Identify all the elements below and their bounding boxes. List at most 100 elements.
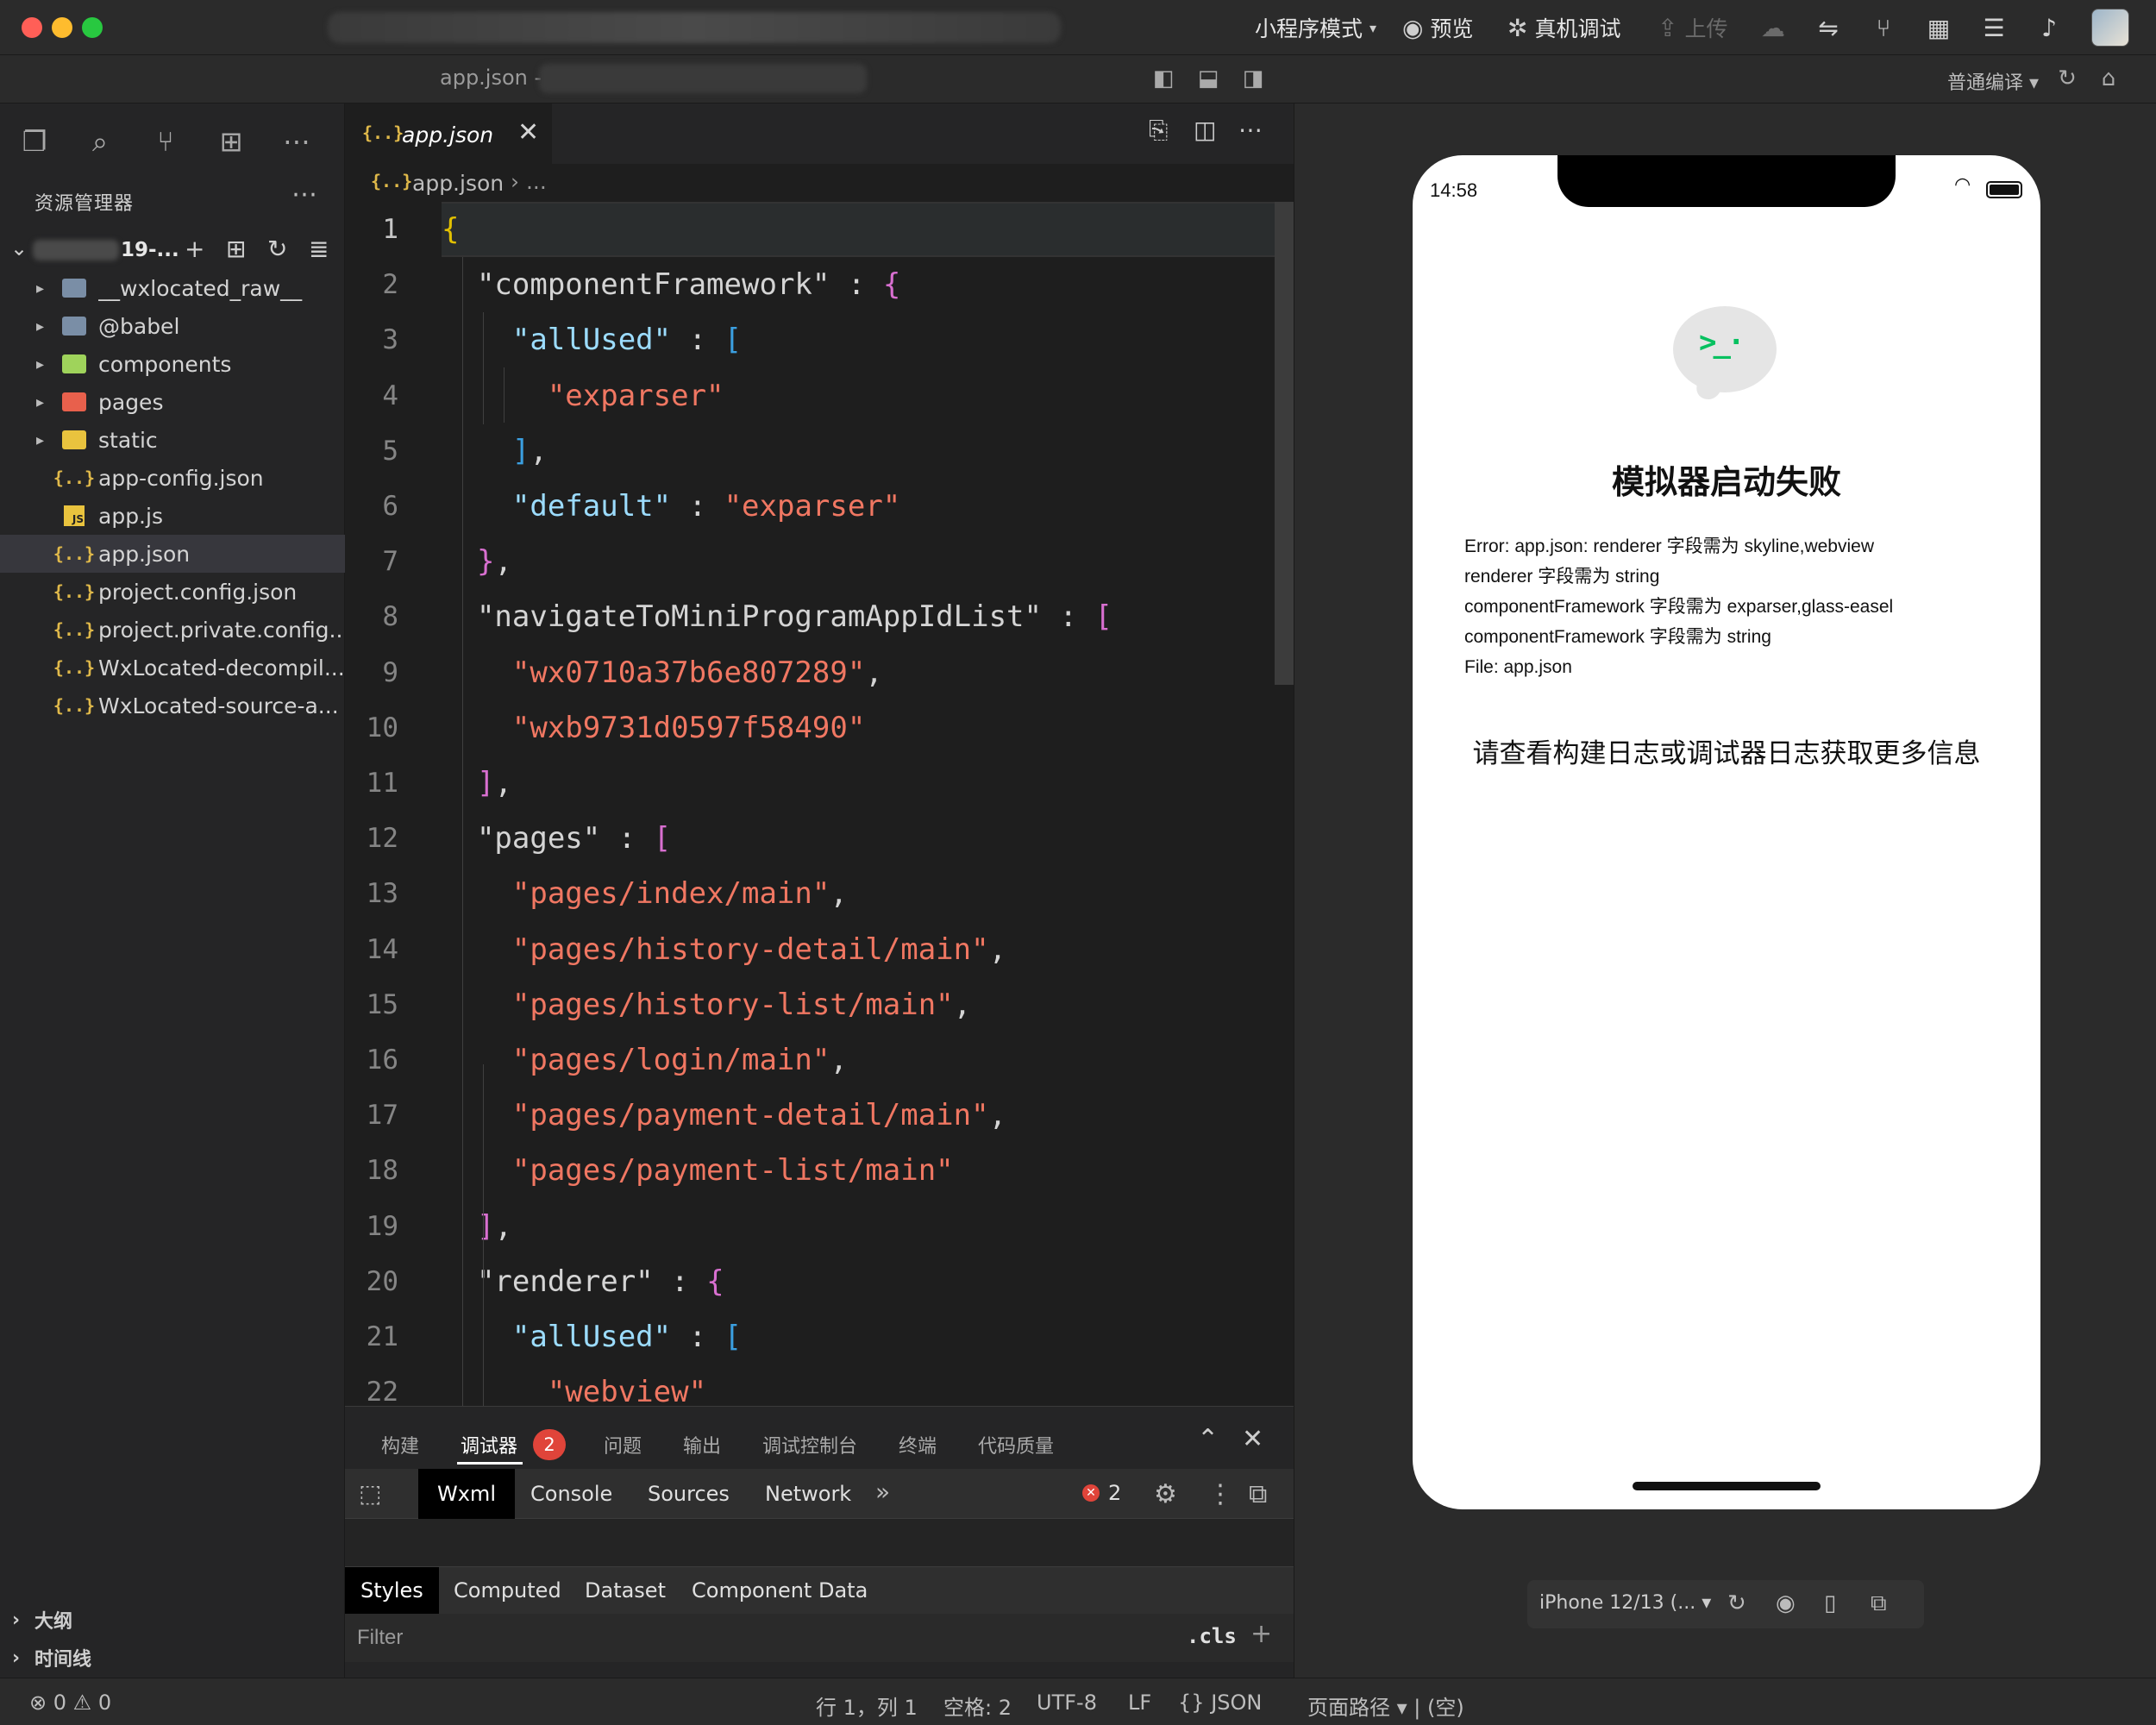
tree-item[interactable]: ▸ __wxlocated_raw__ (0, 269, 345, 307)
styles-tab-component-data[interactable]: Component Data (676, 1567, 883, 1614)
maximize-panel-icon[interactable]: ⌃ (1197, 1424, 1219, 1454)
mode-dropdown[interactable]: 小程序模式 ▾ (1255, 0, 1376, 55)
explorer-icon[interactable]: ❐ (16, 122, 53, 160)
preview-button[interactable]: ◉ 预览 (1402, 0, 1473, 55)
close-panel-icon[interactable]: ✕ (1242, 1424, 1263, 1454)
explorer-more-icon[interactable]: ⋯ (291, 179, 317, 210)
styles-tab-styles[interactable]: Styles (345, 1567, 439, 1614)
toggle-simulator-icon[interactable]: ◨ (1238, 64, 1268, 93)
devtools-tab-wxml[interactable]: Wxml (418, 1469, 515, 1519)
devtools-tab-sources[interactable]: Sources (629, 1469, 749, 1519)
editor-more-icon[interactable]: ⋯ (1238, 116, 1263, 144)
refresh-tree-icon[interactable]: ↻ (267, 235, 287, 263)
collapse-all-icon[interactable]: ≣ (309, 235, 329, 263)
devtools-more-icon[interactable]: ⋮ (1207, 1479, 1233, 1509)
tab-build[interactable]: 构建 (381, 1431, 419, 1458)
encoding[interactable]: UTF-8 (1037, 1690, 1097, 1715)
toggle-panel-icon[interactable]: ⬓ (1194, 64, 1223, 93)
inspect-element-icon[interactable]: ⬚ (359, 1479, 381, 1508)
project-root[interactable]: ⌄ 19-... + ⊞ ↻ ≣ (0, 231, 345, 269)
tree-item[interactable]: {..} app.json (0, 535, 345, 573)
compile-mode-dropdown[interactable]: 普通编译 ▾ (1947, 67, 2039, 95)
tree-item[interactable]: ▸ components (0, 345, 345, 383)
remote-debug-button[interactable]: ✲ 真机调试 (1507, 0, 1620, 55)
tab-debugger[interactable]: 调试器 (461, 1431, 517, 1458)
branch-icon[interactable]: ⑂ (1868, 12, 1899, 43)
page-path[interactable]: 页面路径 ▾ | (空) (1307, 1690, 1464, 1721)
styles-tab-dataset[interactable]: Dataset (569, 1567, 681, 1614)
tree-item[interactable]: {..} WxLocated-source-a... (0, 687, 345, 724)
phone-time: 14:58 (1430, 179, 1478, 201)
settings-gear-icon[interactable]: ⚙ (1154, 1479, 1177, 1509)
menu-icon[interactable]: ☰ (1978, 12, 2009, 43)
timeline-section[interactable]: › 时间线 (0, 1639, 345, 1677)
editor-scrollbar[interactable] (1275, 202, 1294, 1406)
indentation[interactable]: 空格: 2 (943, 1690, 1012, 1721)
devtools-tab-console[interactable]: Console (511, 1469, 631, 1519)
layout-icon[interactable]: ▦ (1923, 12, 1954, 43)
tab-output[interactable]: 输出 (683, 1431, 721, 1458)
record-icon[interactable]: ◉ (1776, 1590, 1796, 1616)
upload-button[interactable]: ⇪ 上传 (1658, 0, 1727, 55)
avatar[interactable] (2091, 9, 2129, 47)
cloud-icon[interactable]: ☁ (1758, 12, 1789, 43)
chevron-right-icon: ▸ (36, 279, 45, 298)
code-area[interactable]: 1{2 "componentFramework" : {3 "allUsed" … (345, 202, 1294, 1406)
devtools-error-counter[interactable]: ✕ 2 (1082, 1481, 1121, 1505)
breadcrumb-rest[interactable]: ... (526, 169, 547, 194)
devtools-tab-network[interactable]: Network (746, 1469, 870, 1519)
more-icon[interactable]: ⋯ (278, 122, 316, 160)
outline-section[interactable]: › 大纲 (0, 1601, 345, 1639)
minimize-window-button[interactable] (52, 17, 72, 38)
tree-item[interactable]: JS app.js (0, 497, 345, 535)
tab-app-json[interactable]: {..} app.json ✕ (345, 104, 552, 164)
tree-item[interactable]: {..} app-config.json (0, 459, 345, 497)
phone-icon[interactable]: ▯ (1824, 1590, 1836, 1616)
switch-icon[interactable]: ⇋ (1813, 12, 1844, 43)
device-dropdown[interactable]: iPhone 12/13 (... ▾ (1539, 1592, 1711, 1614)
tab-debug-console[interactable]: 调试控制台 (762, 1431, 857, 1458)
tab-code-quality[interactable]: 代码质量 (978, 1431, 1054, 1458)
zoom-window-button[interactable] (82, 17, 103, 38)
cursor-position[interactable]: 行 1，列 1 (816, 1690, 918, 1721)
new-folder-icon[interactable]: ⊞ (226, 235, 246, 263)
tree-item[interactable]: {..} WxLocated-decompil... (0, 649, 345, 687)
toggle-sidebar-icon[interactable]: ◧ (1149, 64, 1178, 93)
styles-filter-input[interactable] (357, 1621, 1159, 1655)
split-editor-icon[interactable]: ◫ (1194, 116, 1216, 144)
close-window-button[interactable] (22, 17, 42, 38)
scrollbar-thumb[interactable] (1275, 202, 1294, 685)
search-icon[interactable]: ⌕ (81, 122, 119, 160)
rotate-icon[interactable]: ↻ (1727, 1590, 1746, 1616)
source-control-icon[interactable]: ⑂ (147, 122, 185, 160)
detach-icon[interactable]: ⧉ (1871, 1590, 1887, 1617)
tree-item[interactable]: ▸ static (0, 421, 345, 459)
styles-tab-computed[interactable]: Computed (438, 1567, 577, 1614)
tree-item[interactable]: {..} project.config.json (0, 573, 345, 611)
wxml-tree[interactable] (345, 1519, 1294, 1567)
tree-item[interactable]: ▸ @babel (0, 307, 345, 345)
indent-guide (483, 1064, 484, 1406)
open-changes-icon[interactable]: ⎘ (1149, 116, 1168, 145)
line-ending[interactable]: LF (1128, 1690, 1151, 1715)
add-rule-icon[interactable]: + (1250, 1619, 1272, 1649)
close-tab-icon[interactable]: ✕ (517, 117, 539, 147)
tab-problems[interactable]: 问题 (604, 1431, 642, 1458)
tab-terminal[interactable]: 终端 (899, 1431, 937, 1458)
breadcrumb-file[interactable]: app.json (412, 171, 504, 196)
refresh-icon[interactable]: ↻ (2053, 64, 2082, 93)
tree-item[interactable]: {..} project.private.config.... (0, 611, 345, 649)
clear-cache-icon[interactable]: ⌂ (2094, 64, 2123, 93)
tree-item[interactable]: ▸ pages (0, 383, 345, 421)
line-number: 18 (366, 1155, 398, 1186)
extensions-icon[interactable]: ⊞ (212, 122, 250, 160)
problems-indicator[interactable]: ⊗ 0 ⚠ 0 (29, 1690, 111, 1715)
language-mode[interactable]: {} JSON (1178, 1690, 1262, 1715)
bell-icon[interactable]: ♪ (2034, 12, 2065, 43)
cls-button[interactable]: .cls (1187, 1624, 1237, 1648)
phone-screen[interactable]: 14:58 ◠ >_· 模拟器启动失败 Error: app.json: ren… (1413, 155, 2040, 1509)
undock-icon[interactable]: ⧉ (1249, 1479, 1267, 1509)
new-file-icon[interactable]: + (185, 235, 204, 263)
code-line: 3 "allUsed" : [ (345, 312, 1276, 367)
more-tabs-icon[interactable]: » (875, 1477, 890, 1506)
